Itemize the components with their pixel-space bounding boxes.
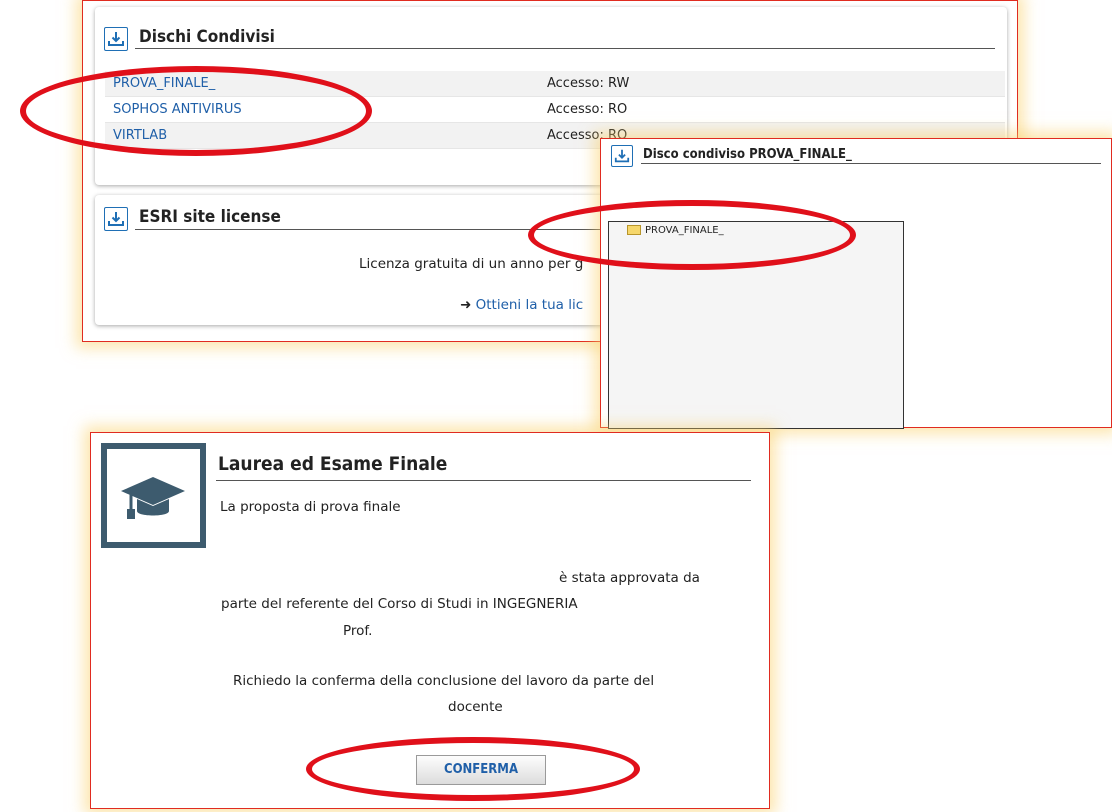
shared-disks-title: Dischi Condivisi: [139, 27, 275, 47]
download-icon: [104, 27, 128, 51]
esri-link[interactable]: ➜ Ottieni la tua lic: [460, 297, 583, 313]
title-divider: [641, 163, 1101, 164]
disk-access: Accesso: RW: [547, 76, 630, 91]
laurea-title: Laurea ed Esame Finale: [218, 453, 448, 475]
disk-popup-panel: Disco condiviso PROVA_FINALE_ PROVA_FINA…: [600, 138, 1112, 429]
confirm-button[interactable]: CONFERMA: [416, 755, 546, 785]
esri-link-label: Ottieni la tua lic: [475, 297, 584, 313]
referent-text: parte del referente del Corso di Studi i…: [221, 596, 578, 612]
esri-title: ESRI site license: [139, 207, 281, 227]
proposal-text: La proposta di prova finale: [220, 499, 401, 515]
request-text-cont: docente: [448, 699, 503, 715]
graduation-cap-tile: [101, 443, 206, 548]
title-divider: [135, 48, 995, 49]
laurea-panel: Laurea ed Esame Finale La proposta di pr…: [90, 432, 770, 809]
professor-text: Prof.: [343, 623, 373, 639]
download-icon: [104, 207, 128, 231]
folder-icon: [627, 225, 641, 235]
arrow-right-icon: ➜: [460, 297, 472, 313]
folder-tree: PROVA_FINALE_: [608, 221, 904, 429]
disk-link-virtlab[interactable]: VIRTLAB: [113, 123, 167, 149]
disk-popup-title: Disco condiviso PROVA_FINALE_: [643, 147, 852, 162]
disk-link-prova-finale[interactable]: PROVA_FINALE_: [113, 71, 215, 97]
folder-item[interactable]: PROVA_FINALE_: [627, 225, 724, 236]
disk-access: Accesso: RO: [547, 102, 628, 117]
request-text: Richiedo la conferma della conclusione d…: [233, 673, 655, 689]
folder-label: PROVA_FINALE_: [645, 225, 724, 236]
approval-text: è stata approvata da: [559, 570, 700, 586]
table-row: SOPHOS ANTIVIRUS Accesso: RO: [105, 97, 1005, 123]
table-row: PROVA_FINALE_ Accesso: RW: [105, 71, 1005, 97]
download-icon: [611, 145, 633, 167]
title-divider: [216, 480, 751, 481]
graduation-cap-icon: [121, 477, 185, 519]
disk-link-sophos-antivirus[interactable]: SOPHOS ANTIVIRUS: [113, 97, 242, 123]
esri-description: Licenza gratuita di un anno per g: [359, 256, 584, 272]
